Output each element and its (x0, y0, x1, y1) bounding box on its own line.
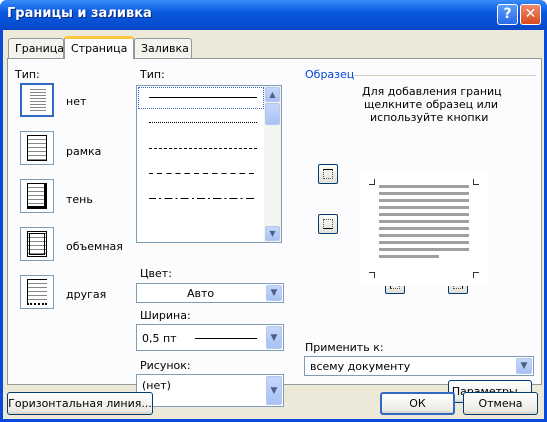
preview-hint-line1: Для добавления границ (362, 85, 502, 98)
setting-custom-icon[interactable] (20, 275, 54, 309)
ok-button[interactable]: ОК (380, 392, 455, 415)
horizontal-line-button[interactable]: Горизонтальная линия... (7, 392, 153, 415)
line-style-solid[interactable] (149, 97, 257, 98)
width-line-preview (195, 338, 257, 339)
tab-borders[interactable]: Граница (8, 38, 64, 58)
art-value: (нет) (142, 379, 171, 392)
color-value: Авто (187, 287, 215, 300)
top-border-button[interactable] (318, 164, 338, 184)
width-value: 0,5 пт (142, 332, 177, 345)
width-select[interactable]: 0,5 пт ▼ (136, 324, 284, 351)
dialog-title: Границы и заливка (7, 6, 152, 21)
tab-panel: Тип: нет рамка тень объемная другая Тип: (7, 58, 542, 407)
help-button[interactable]: ? (497, 4, 518, 25)
tab-page-border[interactable]: Страница (64, 36, 134, 59)
cancel-button[interactable]: Отмена (463, 392, 538, 415)
dialog-window: Границы и заливка ? ✕ Граница Страница З… (0, 0, 547, 422)
setting-custom-label[interactable]: другая (66, 288, 106, 301)
preview-label: Образец (305, 68, 355, 81)
chevron-down-icon[interactable]: ▼ (516, 358, 532, 374)
preview-hint-line3: используйте кнопки (370, 111, 489, 124)
line-style-dashed-small[interactable] (149, 148, 257, 149)
bottom-border-button[interactable] (318, 214, 338, 234)
setting-none-label[interactable]: нет (66, 95, 86, 108)
setting-shadow-icon[interactable] (20, 179, 54, 213)
apply-to-select[interactable]: всему документу ▼ (304, 356, 534, 376)
chevron-down-icon[interactable]: ▼ (266, 326, 282, 349)
dialog-client: Граница Страница Заливка Тип: нет рамка … (3, 30, 544, 419)
color-label: Цвет: (140, 267, 172, 280)
preview-hint-line2: щелкните образец или (364, 98, 498, 111)
title-bar[interactable]: Границы и заливка ? ✕ (0, 0, 547, 30)
scroll-up-icon[interactable]: ▲ (265, 87, 280, 102)
preview-divider (353, 75, 536, 76)
setting-none-icon[interactable] (20, 83, 54, 117)
line-style-list[interactable]: ▲ ▼ (136, 85, 282, 243)
width-label: Ширина: (140, 309, 191, 322)
art-select[interactable]: (нет) ▼ (136, 374, 284, 407)
bottom-border-icon (323, 219, 333, 229)
top-border-icon (323, 169, 333, 179)
chevron-down-icon[interactable]: ▼ (266, 376, 282, 405)
line-style-dashed[interactable] (149, 173, 257, 174)
setting-3d-label[interactable]: объемная (66, 240, 123, 253)
scroll-down-icon[interactable]: ▼ (265, 226, 280, 241)
preview-text-line (379, 185, 469, 188)
setting-box-label[interactable]: рамка (66, 145, 101, 158)
apply-to-value: всему документу (310, 360, 411, 373)
apply-to-label: Применить к: (305, 341, 384, 354)
art-label: Рисунок: (140, 359, 191, 372)
setting-box-icon[interactable] (20, 131, 54, 165)
setting-shadow-label[interactable]: тень (66, 193, 93, 206)
close-button[interactable]: ✕ (520, 4, 541, 25)
setting-type-label: Тип: (15, 68, 40, 81)
chevron-down-icon[interactable]: ▼ (266, 285, 282, 301)
style-label: Тип: (140, 68, 165, 81)
tab-shading[interactable]: Заливка (134, 38, 192, 58)
line-style-dash-dot[interactable] (149, 198, 257, 199)
preview-area[interactable] (359, 171, 489, 286)
line-style-selected[interactable] (138, 87, 264, 109)
style-list-scrollbar[interactable]: ▲ ▼ (264, 86, 281, 242)
scroll-thumb[interactable] (265, 103, 280, 125)
line-style-dotted[interactable] (149, 122, 257, 123)
setting-3d-icon[interactable] (20, 227, 54, 261)
color-select[interactable]: Авто ▼ (136, 283, 284, 303)
